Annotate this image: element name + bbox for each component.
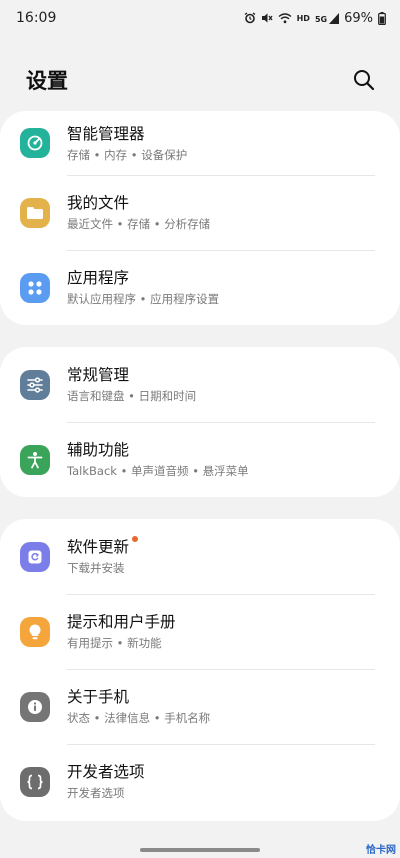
item-subtitle: 下载并安装 (67, 561, 125, 575)
sliders-icon (20, 369, 50, 400)
status-bar: 16:09 HD 5G 69% (0, 0, 400, 36)
wifi-icon (278, 13, 292, 24)
search-button[interactable] (350, 66, 378, 94)
battery-icon (378, 11, 386, 25)
settings-item-accessibility[interactable]: 辅助功能 TalkBack • 单声道音频 • 悬浮菜单 (0, 422, 400, 497)
settings-item-apps[interactable]: 应用程序 默认应用程序 • 应用程序设置 (0, 250, 400, 325)
network-type: 5G (314, 14, 328, 24)
item-title: 开发者选项 (67, 763, 145, 781)
settings-item-my-files[interactable]: 我的文件 最近文件 • 存储 • 分析存储 (0, 175, 400, 250)
item-subtitle: 最近文件 • 存储 • 分析存储 (67, 217, 211, 231)
braces-icon (20, 766, 50, 797)
item-title: 提示和用户手册 (67, 613, 176, 631)
battery-percent: 69% (344, 10, 373, 26)
settings-item-about-phone[interactable]: 关于手机 状态 • 法律信息 • 手机名称 (0, 669, 400, 744)
apps-grid-icon (20, 272, 50, 303)
folder-icon (20, 197, 50, 228)
mute-icon (261, 13, 273, 23)
settings-header: 设置 (0, 56, 400, 104)
settings-item-developer-options[interactable]: 开发者选项 开发者选项 (0, 744, 400, 819)
search-icon (354, 70, 375, 91)
status-icons: HD 5G 69% (244, 11, 386, 26)
item-title: 常规管理 (67, 366, 130, 384)
item-subtitle: 有用提示 • 新功能 (67, 636, 162, 650)
info-icon (20, 691, 50, 722)
device-care-icon (20, 128, 50, 158)
hd-label: HD (296, 13, 310, 23)
lightbulb-icon (20, 616, 50, 647)
update-badge-dot (132, 536, 139, 542)
update-icon (20, 541, 50, 572)
settings-group-2: 常规管理 语言和键盘 • 日期和时间 辅助功能 TalkBack • 单声道音频… (0, 347, 400, 497)
item-subtitle: 默认应用程序 • 应用程序设置 (67, 292, 220, 306)
settings-item-tips-manual[interactable]: 提示和用户手册 有用提示 • 新功能 (0, 594, 400, 669)
item-subtitle: 存储 • 内存 • 设备保护 (67, 147, 188, 162)
settings-group-3: 软件更新 下载并安装 提示和用户手册 有用提示 • 新功能 关于手机 状态 • … (0, 519, 400, 821)
home-indicator[interactable] (140, 848, 260, 852)
item-subtitle: 状态 • 法律信息 • 手机名称 (67, 711, 211, 725)
settings-item-software-update[interactable]: 软件更新 下载并安装 (0, 519, 400, 594)
item-subtitle: 语言和键盘 • 日期和时间 (67, 389, 197, 403)
signal-icon: 5G (314, 12, 340, 24)
settings-item-general-management[interactable]: 常规管理 语言和键盘 • 日期和时间 (0, 347, 400, 422)
item-title: 关于手机 (67, 688, 130, 706)
item-subtitle: TalkBack • 单声道音频 • 悬浮菜单 (67, 464, 249, 478)
item-title: 辅助功能 (67, 441, 130, 459)
item-title: 应用程序 (67, 269, 130, 287)
settings-group-1: 智能管理器 存储 • 内存 • 设备保护 我的文件 最近文件 • 存储 • 分析… (0, 111, 400, 325)
item-subtitle: 开发者选项 (67, 786, 125, 800)
item-title: 智能管理器 (67, 124, 145, 143)
watermark-logo: 恰卡网 (366, 845, 396, 856)
item-title: 软件更新 (67, 536, 139, 557)
alarm-icon (244, 12, 256, 24)
accessibility-person-icon (20, 444, 50, 475)
settings-item-smart-manager[interactable]: 智能管理器 存储 • 内存 • 设备保护 (0, 111, 400, 175)
page-title: 设置 (26, 69, 68, 93)
item-title: 我的文件 (67, 194, 130, 212)
status-time: 16:09 (16, 10, 57, 26)
